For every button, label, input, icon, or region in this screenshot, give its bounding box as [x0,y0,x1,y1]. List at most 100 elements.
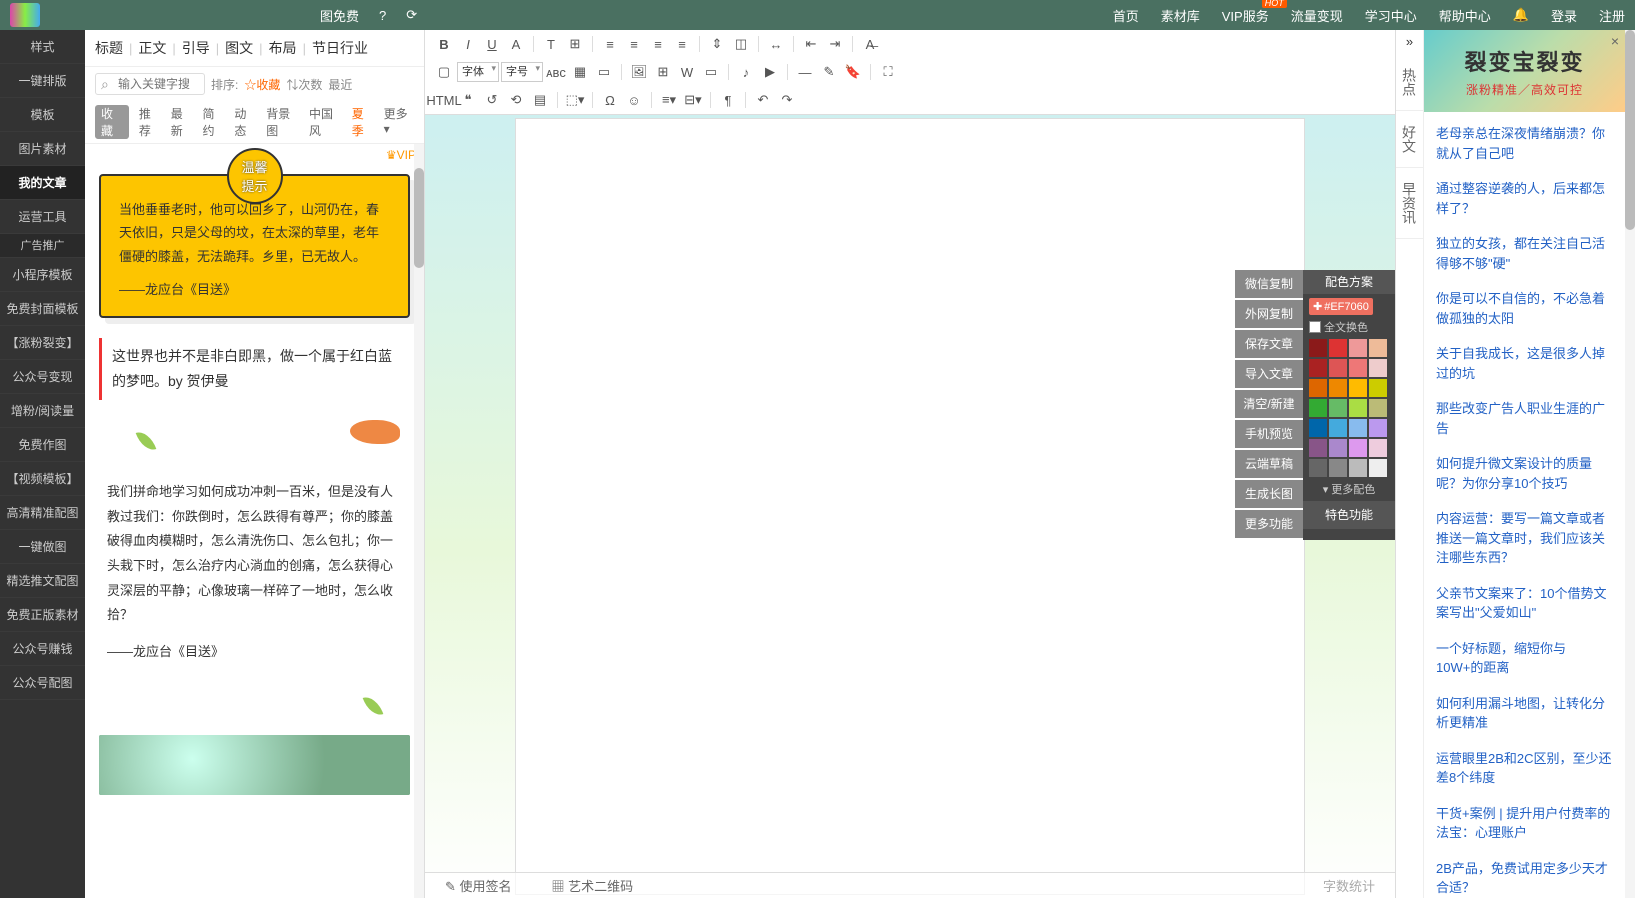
refresh-icon[interactable]: ⟳ [406,7,417,23]
edit-icon[interactable]: ✎ [818,61,840,83]
swatch-1[interactable] [1329,339,1347,357]
hr-icon[interactable]: — [794,61,816,83]
article-link-12[interactable]: 干货+案例 | 提升用户付费率的法宝：心理账户 [1424,796,1625,851]
action-2[interactable]: 保存文章 [1235,330,1303,358]
filter-8[interactable]: 更多 ▾ [384,105,414,139]
article-link-2[interactable]: 独立的女孩，都在关注自己活得够不够"硬" [1424,226,1625,281]
sidebar-item-19[interactable]: 公众号配图 [0,666,85,700]
case-icon[interactable]: ᴀʙᴄ [545,61,567,83]
action-7[interactable]: 生成长图 [1235,480,1303,508]
action-1[interactable]: 外网复制 [1235,300,1303,328]
color-code[interactable]: ✚ #EF7060 [1309,298,1373,315]
outdent-icon[interactable]: ⇤ [800,33,822,55]
multiimage-icon[interactable]: ⊞ [652,61,674,83]
action-6[interactable]: 云端草稿 [1235,450,1303,478]
article-link-4[interactable]: 关于自我成长，这是很多人掉过的坑 [1424,336,1625,391]
strike-icon[interactable]: A̶ [859,33,881,55]
rtab-good[interactable]: 好文 [1396,111,1423,168]
sidebar-item-8[interactable]: 免费封面模板 [0,292,85,326]
swatch-21[interactable] [1329,439,1347,457]
lineheight-icon[interactable]: ⇕ [706,33,728,55]
filter-3[interactable]: 简约 [203,105,225,139]
paragraph-icon[interactable]: ¶ [717,89,739,111]
sort-count[interactable]: ⇅次数 [286,76,322,93]
spacing-icon[interactable]: ◫ [730,33,752,55]
align-right-icon[interactable]: ≡ [647,33,669,55]
sidebar-item-15[interactable]: 一键做图 [0,530,85,564]
align-left-icon[interactable]: ≡ [599,33,621,55]
audio-icon[interactable]: ♪ [735,61,757,83]
swatch-20[interactable] [1309,439,1327,457]
swatch-4[interactable] [1309,359,1327,377]
sidebar-item-1[interactable]: 一键排版 [0,64,85,98]
help-icon[interactable]: ? [379,8,386,23]
style-card-3[interactable]: 我们拼命地学习如何成功冲刺一百米，但是没有人教过我们：你跌倒时，怎么跌得有尊严；… [107,480,402,665]
swatch-9[interactable] [1329,379,1347,397]
sidebar-item-11[interactable]: 增粉/阅读量 [0,394,85,428]
sidebar-item-7[interactable]: 小程序模板 [0,258,85,292]
bookmark-icon[interactable]: 🔖 [842,61,864,83]
image-icon[interactable]: 🖼 [628,61,650,83]
filter-7[interactable]: 夏季 [352,105,374,139]
swatch-11[interactable] [1369,379,1387,397]
filter-6[interactable]: 中国风 [309,105,342,139]
table-icon[interactable]: ▦ [569,61,591,83]
article-link-5[interactable]: 那些改变广告人职业生涯的广告 [1424,391,1625,446]
swatch-22[interactable] [1349,439,1367,457]
word-icon[interactable]: W [676,61,698,83]
replace-all-check[interactable]: 全文换色 [1309,319,1389,335]
login-link[interactable]: 登录 [1551,6,1577,25]
word-count[interactable]: 字数统计 [1323,876,1375,895]
action-0[interactable]: 微信复制 [1235,270,1303,298]
sort-fav[interactable]: ☆收藏 [244,76,280,93]
template-icon[interactable]: ▤ [529,89,551,111]
swatch-15[interactable] [1369,399,1387,417]
source-icon[interactable]: ↺ [481,89,503,111]
action-4[interactable]: 清空/新建 [1235,390,1303,418]
swatch-27[interactable] [1369,459,1387,477]
tab-2[interactable]: 引导 [182,38,210,58]
swatch-25[interactable] [1329,459,1347,477]
autosave-icon[interactable]: ⟲ [505,89,527,111]
filter-4[interactable]: 动态 [234,105,256,139]
article-link-0[interactable]: 老母亲总在深夜情绪崩溃？你就从了自己吧 [1424,116,1625,171]
swatch-19[interactable] [1369,419,1387,437]
action-8[interactable]: 更多功能 [1235,510,1303,538]
logo[interactable] [10,3,40,27]
sidebar-item-14[interactable]: 高清精准配图 [0,496,85,530]
sidebar-item-3[interactable]: 图片素材 [0,132,85,166]
editor-canvas[interactable] [515,118,1305,895]
swatch-13[interactable] [1329,399,1347,417]
action-3[interactable]: 导入文章 [1235,360,1303,388]
sidebar-item-12[interactable]: 免费作图 [0,428,85,462]
article-link-3[interactable]: 你是可以不自信的，不必急着做孤独的太阳 [1424,281,1625,336]
scrollbar[interactable] [1625,30,1635,898]
more-colors[interactable]: ▾ 更多配色 [1309,481,1389,497]
action-5[interactable]: 手机预览 [1235,420,1303,448]
align-justify-icon[interactable]: ≡ [671,33,693,55]
font-select[interactable]: 字体 [457,62,499,82]
list-icon[interactable]: ≡▾ [658,89,680,111]
filter-1[interactable]: 推荐 [139,105,161,139]
sidebar-item-10[interactable]: 公众号变现 [0,360,85,394]
nav-2[interactable]: VIP服务HOT [1222,6,1269,25]
underline-icon[interactable]: U [481,33,503,55]
tab-5[interactable]: 节日行业 [312,38,368,58]
sidebar-item-9[interactable]: 【涨粉裂变】 [0,326,85,360]
swatch-14[interactable] [1349,399,1367,417]
sort-recent[interactable]: 最近 [328,76,352,93]
bell-icon[interactable]: 🔔 [1513,7,1529,23]
tab-4[interactable]: 布局 [269,38,297,58]
tab-0[interactable]: 标题 [95,38,123,58]
clearformat-icon[interactable]: ⊞ [564,33,586,55]
use-signature[interactable]: ✎ 使用签名 [445,876,512,895]
swatch-2[interactable] [1349,339,1367,357]
swatch-8[interactable] [1309,379,1327,397]
sidebar-item-4[interactable]: 我的文章 [0,166,85,200]
tab-1[interactable]: 正文 [138,38,166,58]
search-input[interactable] [95,73,205,95]
align-center-icon[interactable]: ≡ [623,33,645,55]
html-icon[interactable]: HTML [433,89,455,111]
swatch-17[interactable] [1329,419,1347,437]
sidebar-item-18[interactable]: 公众号赚钱 [0,632,85,666]
